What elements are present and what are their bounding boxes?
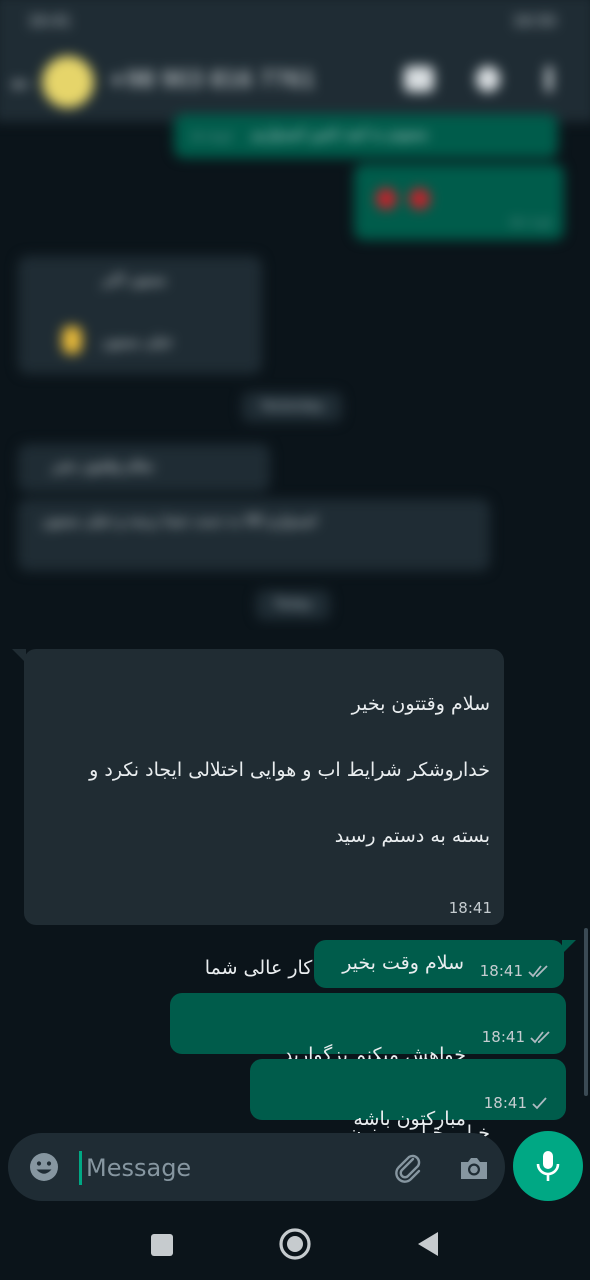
double-check-icon bbox=[530, 1031, 550, 1044]
back-arrow-icon[interactable]: ← bbox=[12, 70, 32, 98]
message-text: مبارکتون باشه bbox=[353, 1108, 466, 1130]
message-time: 18:41 bbox=[479, 962, 523, 980]
message-time: 18:41 bbox=[448, 899, 492, 917]
incoming-message[interactable]: سلام وقتتون بخیر خداروشکر شرایط اب و هوا… bbox=[24, 649, 504, 1177]
emoji-icon[interactable] bbox=[28, 1151, 60, 1183]
date-divider: Today bbox=[256, 590, 330, 620]
blurred-message: ● ● ام ۱۷:۰۶ bbox=[354, 164, 564, 240]
camera-icon[interactable] bbox=[457, 1151, 491, 1185]
message-compose-bar bbox=[8, 1133, 505, 1201]
message-line bbox=[30, 886, 490, 919]
text-cursor bbox=[79, 1151, 82, 1185]
system-navigation-bar bbox=[0, 1206, 590, 1280]
outgoing-message[interactable]: خواهش میکنم بزگوارید 🌹🌹 18:41 bbox=[170, 993, 566, 1099]
message-time: 18:41 bbox=[483, 1094, 527, 1112]
status-bar: 16:41 16:50 bbox=[0, 0, 590, 46]
outgoing-message[interactable]: سلام وقت بخیر 18:41 bbox=[314, 940, 564, 988]
square-icon[interactable] bbox=[150, 1233, 174, 1257]
date-divider: Yesterday bbox=[242, 392, 342, 422]
blurred-message: ممنون اکبر خیلی ممنون bbox=[18, 256, 262, 374]
status-right-time: 16:50 bbox=[512, 12, 556, 30]
outgoing-message[interactable]: مبارکتون باشه ❤️❤️ 18:41 bbox=[250, 1059, 566, 1163]
check-icon bbox=[532, 1097, 547, 1110]
scrollbar[interactable] bbox=[584, 928, 588, 1096]
message-time: 18:41 bbox=[481, 1028, 525, 1046]
contact-name[interactable]: +98 903 816 7761 bbox=[108, 68, 315, 93]
message-input[interactable] bbox=[84, 1143, 368, 1193]
message-line: خداروشکر شرایط اب و هوایی اختلالی ایجاد … bbox=[89, 759, 490, 781]
blurred-message: امیدوارم کالا به دست شما برسه و خیلی ممن… bbox=[18, 499, 490, 571]
status-time: 16:41 bbox=[28, 12, 72, 30]
double-check-icon bbox=[528, 965, 548, 978]
phone-call-icon[interactable] bbox=[476, 66, 500, 92]
bubble-tail bbox=[562, 940, 576, 954]
triangle-back-icon[interactable] bbox=[416, 1231, 440, 1257]
video-call-icon[interactable] bbox=[404, 66, 434, 92]
blurred-chat-history: 16:41 16:50 ← +98 903 816 7761 ممنونم به… bbox=[0, 0, 590, 630]
blurred-message: سلام وقتتون بخیر bbox=[18, 444, 270, 492]
paperclip-icon[interactable] bbox=[391, 1150, 425, 1184]
blurred-message: ممنونم به امید تامین امیدواریم ام ۱۷:۰۵ bbox=[174, 114, 558, 158]
microphone-glyph bbox=[536, 1151, 560, 1181]
message-text: سلام وقت بخیر bbox=[342, 952, 464, 974]
chat-header: ← +98 903 816 7761 bbox=[0, 46, 590, 122]
more-options-icon[interactable] bbox=[546, 66, 552, 92]
microphone-icon[interactable] bbox=[513, 1131, 583, 1201]
avatar[interactable] bbox=[42, 56, 94, 108]
circle-icon[interactable] bbox=[278, 1227, 312, 1261]
message-line: سلام وقتتون بخیر bbox=[351, 693, 490, 715]
message-line: بسته به دستم رسید bbox=[334, 825, 490, 847]
